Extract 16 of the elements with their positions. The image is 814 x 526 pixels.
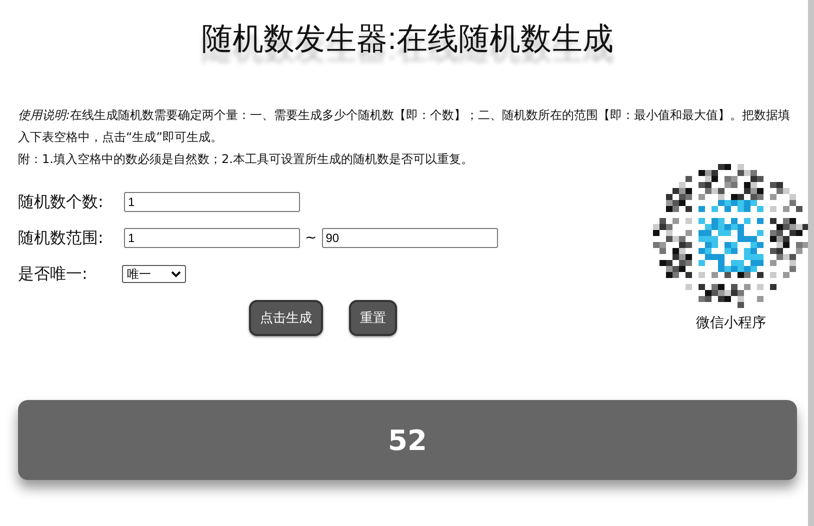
unique-label: 是否唯一: (18, 264, 88, 284)
reset-button[interactable]: 重置 (349, 300, 397, 336)
chevron-down-icon (171, 270, 181, 278)
count-field[interactable]: 1 (124, 192, 300, 212)
unique-dropdown[interactable]: 唯一 (122, 265, 186, 283)
instructions-text: 使用说明:在线生成随机数需要确定两个量：一、需要生成多少个随机数【即：个数】；二、随机数所在的范围【即：最小值和最大值】。把数据填入下表空格中，点击“生成”即可生成。 (18, 107, 792, 146)
range-separator: ~ (305, 230, 317, 246)
max-field[interactable]: 90 (322, 228, 498, 248)
count-label: 随机数个数: (18, 192, 104, 212)
page-title: 随机数发生器:在线随机数生成 (200, 20, 614, 58)
qr-caption: 微信小程序 (696, 314, 766, 332)
range-label: 随机数范围: (18, 228, 104, 248)
note-text: 附：1.填入空格中的数必须是自然数；2.本工具可设置所生成的随机数是否可以重复。 (18, 151, 474, 168)
generate-button[interactable]: 点击生成 (249, 300, 323, 336)
result-number: 52 (388, 424, 427, 456)
min-field[interactable]: 1 (124, 228, 300, 248)
